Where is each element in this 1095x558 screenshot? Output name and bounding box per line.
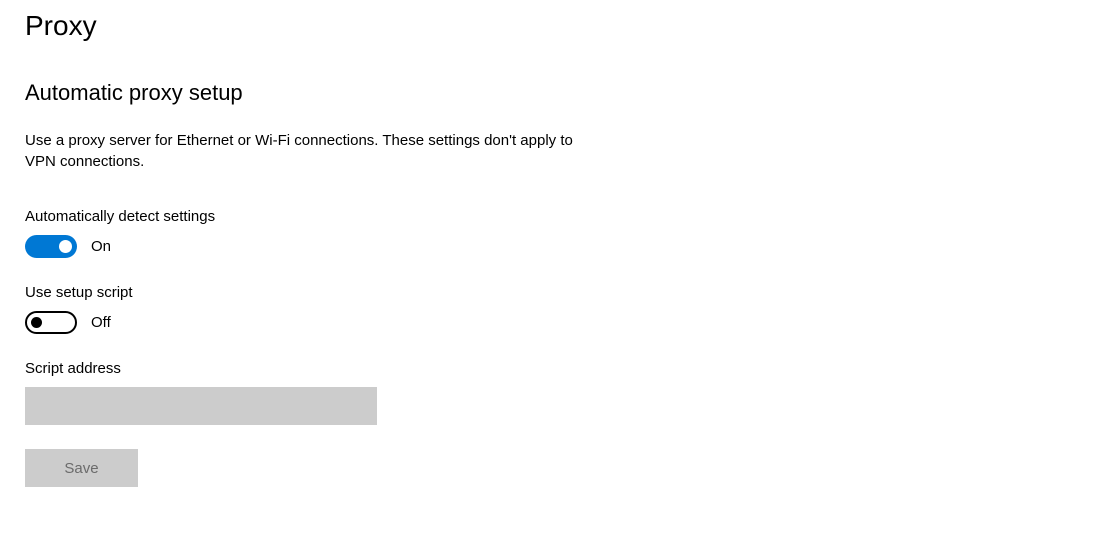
toggle-knob-icon <box>59 240 72 253</box>
setting-script-address: Script address <box>25 360 1070 425</box>
setting-setup-script: Use setup script Off <box>25 284 1070 334</box>
script-address-label: Script address <box>25 360 1070 377</box>
auto-detect-toggle[interactable] <box>25 235 77 258</box>
setting-auto-detect: Automatically detect settings On <box>25 208 1070 258</box>
script-address-input[interactable] <box>25 387 377 425</box>
auto-detect-label: Automatically detect settings <box>25 208 1070 225</box>
page-title: Proxy <box>25 10 1070 42</box>
toggle-knob-icon <box>31 317 42 328</box>
setup-script-state: Off <box>91 314 111 331</box>
save-button[interactable]: Save <box>25 449 138 487</box>
section-title: Automatic proxy setup <box>25 80 1070 106</box>
section-description: Use a proxy server for Ethernet or Wi-Fi… <box>25 130 585 172</box>
auto-detect-state: On <box>91 238 111 255</box>
setup-script-label: Use setup script <box>25 284 1070 301</box>
setup-script-toggle[interactable] <box>25 311 77 334</box>
